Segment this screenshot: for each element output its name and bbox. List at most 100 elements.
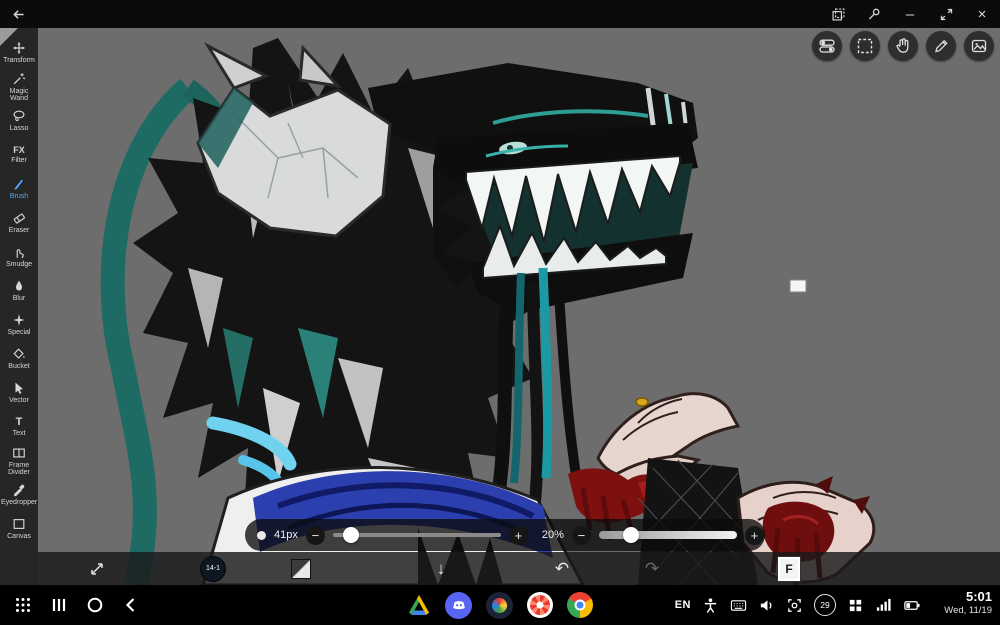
brush-size-knob[interactable]	[343, 527, 360, 543]
resize-icon[interactable]	[936, 4, 956, 24]
selection-icon	[857, 38, 873, 54]
tool-label: Bucket	[8, 363, 30, 371]
redo-icon: ↷	[644, 559, 660, 578]
brush-preview[interactable]: 14-1	[200, 552, 226, 585]
brush-size-value: 41px	[274, 529, 298, 541]
select-button[interactable]	[850, 31, 880, 61]
gradient-swatch-icon	[291, 558, 311, 579]
opacity-slider[interactable]	[598, 527, 737, 543]
tool-special[interactable]: Special	[0, 308, 38, 342]
battery-icon	[904, 600, 920, 610]
minus-glyph: −	[311, 527, 320, 543]
pin-icon[interactable]	[864, 4, 884, 24]
paint-ring	[492, 597, 507, 613]
minimize-icon[interactable]: –	[900, 4, 920, 24]
color-swatch-button[interactable]	[290, 552, 312, 585]
discord-app-icon[interactable]	[445, 591, 472, 619]
magic-wand-icon	[13, 72, 26, 84]
lasso-icon	[13, 110, 25, 122]
volume-icon[interactable]	[758, 597, 775, 614]
brush-size-slider[interactable]	[332, 527, 501, 543]
brush-size-minus-button[interactable]: −	[305, 525, 325, 545]
drive-app-icon[interactable]	[407, 594, 431, 616]
canvas-artwork	[38, 28, 1000, 585]
minimize-glyph: –	[905, 5, 915, 23]
tool-label: Transform	[3, 57, 35, 65]
image-icon	[971, 39, 987, 53]
floating-toolbar	[812, 31, 994, 61]
tool-eraser[interactable]: Eraser	[0, 206, 38, 240]
hide-ui-button[interactable]: ↓	[430, 552, 452, 585]
accessibility-icon[interactable]	[702, 597, 719, 614]
opacity-value: 20%	[541, 529, 564, 541]
redo-button[interactable]: ↷	[640, 552, 664, 585]
transform-view-button[interactable]	[84, 552, 110, 585]
chrome-app-icon[interactable]	[567, 592, 593, 618]
paint-app-icon[interactable]	[486, 591, 513, 619]
home-icon[interactable]	[86, 596, 104, 614]
screen: – × Transform Magic Wand Lasso FX Filter…	[0, 0, 1000, 625]
move-arrows-icon	[91, 562, 103, 575]
minus-glyph: −	[577, 527, 586, 543]
recents-icon[interactable]	[50, 596, 68, 614]
tool-label: Magic Wand	[9, 87, 29, 102]
plus-glyph: +	[750, 527, 759, 543]
tool-filter[interactable]: FX Filter	[0, 138, 38, 172]
brush-icon	[14, 180, 23, 191]
capture-icon[interactable]	[786, 597, 803, 614]
tool-sidebar: Transform Magic Wand Lasso FX Filter Bru…	[0, 28, 38, 585]
back-arrow-icon[interactable]	[8, 4, 28, 24]
opacity-knob[interactable]	[622, 527, 639, 543]
canvas[interactable]	[38, 28, 1000, 585]
back-icon[interactable]	[122, 596, 140, 614]
brush-size-icon	[257, 530, 266, 540]
tool-brush[interactable]: Brush	[0, 172, 38, 206]
hand-tool-button[interactable]	[888, 31, 918, 61]
tool-blur[interactable]: Blur	[0, 274, 38, 308]
layer-badge-label: F	[785, 561, 793, 576]
down-arrow-icon: ↓	[436, 559, 446, 578]
tool-label: Eraser	[8, 227, 30, 235]
tool-text[interactable]: T Text	[0, 410, 38, 444]
flower-core	[530, 595, 550, 615]
tool-vector[interactable]: Vector	[0, 376, 38, 410]
smudge-icon	[16, 249, 24, 259]
tool-lasso[interactable]: Lasso	[0, 104, 38, 138]
tool-label: Brush	[9, 193, 29, 201]
vector-icon	[15, 382, 23, 395]
keyboard-icon[interactable]	[730, 597, 747, 614]
layer-panel-button[interactable]: F	[776, 552, 802, 585]
close-icon[interactable]: ×	[972, 4, 992, 24]
plus-glyph: +	[514, 527, 523, 543]
tool-eyedropper[interactable]: Eyedropper	[0, 478, 38, 512]
brush-size-plus-button[interactable]: +	[508, 525, 528, 545]
tool-frame-divider[interactable]: Frame Divider	[0, 444, 38, 478]
battery-percent-label: 29	[820, 600, 830, 610]
sidebar-corner-handle[interactable]	[0, 28, 18, 46]
screenshot-icon[interactable]	[828, 4, 848, 24]
materials-button[interactable]	[964, 31, 994, 61]
gallery-app-icon[interactable]	[527, 592, 553, 618]
filter-icon: FX	[13, 144, 25, 155]
tool-label: Lasso	[9, 125, 29, 133]
text-icon: T	[15, 415, 23, 428]
tool-label: Frame Divider	[8, 461, 30, 476]
opacity-plus-button[interactable]: +	[744, 525, 764, 545]
tool-label: Filter	[11, 156, 27, 164]
undo-button[interactable]: ↶	[550, 552, 574, 585]
panel-toggle-button[interactable]	[812, 31, 842, 61]
pen-button[interactable]	[926, 31, 956, 61]
tool-canvas[interactable]: Canvas	[0, 512, 38, 546]
apps-grid-icon[interactable]	[14, 596, 32, 614]
brush-preview-circle: 14-1	[200, 555, 226, 582]
tool-smudge[interactable]: Smudge	[0, 240, 38, 274]
grid-small-icon	[849, 599, 862, 611]
opacity-minus-button[interactable]: −	[571, 525, 591, 545]
battery-percent-indicator[interactable]: 29	[814, 594, 836, 616]
language-indicator[interactable]: EN	[675, 599, 691, 611]
tool-bucket[interactable]: Bucket	[0, 342, 38, 376]
pen-icon	[935, 39, 948, 53]
tool-magic-wand[interactable]: Magic Wand	[0, 70, 38, 104]
bottom-toolbar: 14-1 ↓ ↶ ↷ F	[38, 552, 1000, 585]
titlebar: – ×	[0, 0, 1000, 28]
